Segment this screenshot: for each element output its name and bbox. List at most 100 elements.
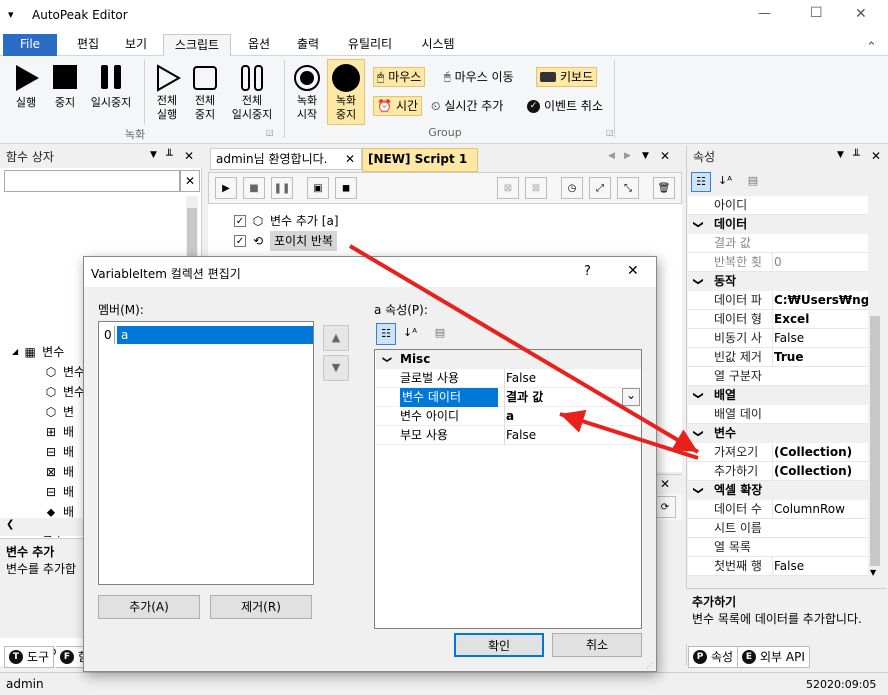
tree-item[interactable]: ⬡ 변: [44, 402, 74, 422]
time-toggle[interactable]: ⏰ 시간: [373, 96, 423, 116]
all-pause-button[interactable]: 전체 일시중지: [224, 62, 280, 124]
property-pages-icon[interactable]: ▤: [430, 323, 450, 345]
scroll-down-icon[interactable]: ▼: [870, 568, 876, 577]
tab-properties[interactable]: P 속성: [688, 646, 739, 668]
pin-icon[interactable]: ╨: [166, 149, 173, 162]
collapse-chevron-icon[interactable]: ❯: [689, 429, 708, 437]
property-value[interactable]: 0: [772, 253, 868, 272]
tab-tools[interactable]: T 도구: [4, 646, 55, 668]
script-line[interactable]: ✓ ⬡ 변수 추가 [a]: [234, 211, 339, 231]
ok-button[interactable]: 확인: [454, 633, 544, 657]
minimize-button[interactable]: —: [758, 6, 771, 21]
script-play-button[interactable]: ▶: [215, 177, 237, 199]
property-value[interactable]: C:₩Users₩ngma: [772, 291, 868, 310]
output-close-icon[interactable]: ✕: [660, 477, 670, 491]
clear-breakpoint-button[interactable]: ⊠: [525, 177, 547, 199]
doc-close-icon[interactable]: ✕: [660, 149, 670, 163]
tree-item[interactable]: ⊟ 배: [44, 482, 74, 502]
dialog-close-button[interactable]: ✕: [627, 263, 639, 279]
property-value[interactable]: Excel: [772, 310, 868, 329]
menu-system[interactable]: 시스템: [410, 34, 466, 56]
collapse-chevron-icon[interactable]: ❯: [376, 356, 395, 364]
expand-chevron-icon[interactable]: ◢: [12, 342, 18, 362]
property-row[interactable]: 결과 값: [688, 234, 868, 253]
property-value[interactable]: (Collection): [772, 443, 868, 462]
tree-item[interactable]: ◢ ▦ 변수: [12, 342, 64, 362]
tab-external-api[interactable]: E 외부 API: [738, 646, 810, 668]
tab-welcome[interactable]: admin님 환영합니다. ✕: [210, 148, 362, 170]
property-value[interactable]: (Collection): [772, 462, 868, 481]
script-step-button[interactable]: ▣: [307, 177, 329, 199]
dialog-property-value[interactable]: False: [504, 426, 641, 445]
menu-edit[interactable]: 편집: [66, 34, 110, 56]
tab-scroll-left-icon[interactable]: ◀: [608, 151, 615, 161]
expand-button[interactable]: ⤢: [589, 177, 611, 199]
collapse-chevron-icon[interactable]: ❯: [689, 277, 708, 285]
refresh-button[interactable]: ⟳: [654, 496, 676, 518]
categorized-icon[interactable]: ☷: [376, 323, 396, 345]
group-launcher-icon[interactable]: ◲: [606, 128, 614, 137]
delete-button[interactable]: 🗑: [653, 177, 675, 199]
dialog-property-value[interactable]: a: [504, 407, 641, 426]
mouse-toggle[interactable]: 🖱 마우스: [373, 67, 426, 87]
property-row[interactable]: 시트 이름: [688, 519, 868, 538]
property-pages-icon[interactable]: ▤: [743, 172, 763, 192]
move-down-button[interactable]: ▼: [323, 355, 349, 381]
resize-grip-icon[interactable]: ⋰: [646, 661, 654, 670]
run-button[interactable]: 실행: [8, 62, 44, 118]
script-stop-button[interactable]: ■: [243, 177, 265, 199]
remove-button[interactable]: 제거(R): [210, 595, 312, 619]
keyboard-toggle[interactable]: 키보드: [536, 67, 598, 87]
cancel-button[interactable]: 취소: [552, 633, 642, 657]
property-category[interactable]: ❯ 변수: [688, 424, 868, 443]
menu-output[interactable]: 출력: [286, 34, 330, 56]
script-run-to-button[interactable]: ◼: [335, 177, 357, 199]
dialog-property-value[interactable]: False: [504, 369, 641, 388]
tree-item[interactable]: ⊟ 배: [44, 442, 74, 462]
prop-scrollbar[interactable]: ▼: [868, 196, 882, 584]
script-pause-button[interactable]: ❚❚: [271, 177, 293, 199]
tab-list-icon[interactable]: ▼: [642, 151, 649, 161]
mouse-move-toggle[interactable]: 🖱 마우스 이동: [441, 67, 517, 87]
property-row[interactable]: 비동기 사 False: [688, 329, 868, 348]
dialog-property-row[interactable]: 글로벌 사용 False: [376, 369, 641, 388]
dialog-property-row[interactable]: ⌄ 변수 데이터 결과 값: [376, 388, 641, 407]
menu-utility[interactable]: 유틸리티: [335, 34, 405, 56]
property-value[interactable]: False: [772, 329, 868, 348]
collapse-chevron-icon[interactable]: ❯: [689, 486, 708, 494]
panel-menu-icon[interactable]: ▼: [150, 150, 157, 160]
property-category[interactable]: ❯ 동작: [688, 272, 868, 291]
prop-scrollbar-thumb[interactable]: [870, 316, 880, 566]
event-cancel-toggle[interactable]: ✓ 이벤트 취소: [524, 96, 606, 116]
property-value[interactable]: False: [772, 557, 868, 576]
dialog-category-row[interactable]: ❯ Misc: [376, 350, 641, 369]
panel-close-icon[interactable]: ✕: [871, 149, 881, 163]
property-value[interactable]: True: [772, 348, 868, 367]
sort-alpha-icon[interactable]: ↓ᴬ: [400, 323, 420, 345]
close-button[interactable]: ✕: [855, 6, 867, 22]
categorized-icon[interactable]: ☷: [691, 172, 711, 192]
tree-item[interactable]: ⊞ 배: [44, 422, 74, 442]
dialog-property-value[interactable]: 결과 값: [504, 388, 641, 407]
maximize-button[interactable]: ☐: [810, 5, 823, 21]
rec-start-button[interactable]: 녹화 시작: [288, 62, 326, 124]
all-run-button[interactable]: 전체 실행: [148, 62, 186, 124]
member-item[interactable]: 0 a: [101, 326, 313, 344]
property-row[interactable]: 열 구분자: [688, 367, 868, 386]
property-category[interactable]: ❯ 배열: [688, 386, 868, 405]
realtime-add-toggle[interactable]: ⏲ 실시간 추가: [428, 96, 506, 116]
collapse-chevron-icon[interactable]: ❯: [689, 220, 708, 228]
property-row[interactable]: 데이터 형 Excel: [688, 310, 868, 329]
collapse-button[interactable]: ⤡: [617, 177, 639, 199]
dialog-help-button[interactable]: ?: [584, 264, 591, 279]
members-list[interactable]: 0 a: [98, 321, 314, 585]
breakpoint-button[interactable]: ⊠: [497, 177, 519, 199]
property-category[interactable]: ❯ 데이터: [688, 215, 868, 234]
pin-icon[interactable]: ╨: [853, 149, 860, 162]
script-line[interactable]: ✓ ⟲ 포이치 반복: [234, 231, 338, 251]
panel-close-icon[interactable]: ✕: [184, 149, 194, 163]
property-row[interactable]: 첫번째 행 False: [688, 557, 868, 576]
pause-button[interactable]: 일시중지: [84, 62, 138, 118]
menu-file[interactable]: File: [3, 34, 57, 56]
group-launcher-icon[interactable]: ◲: [266, 128, 274, 137]
